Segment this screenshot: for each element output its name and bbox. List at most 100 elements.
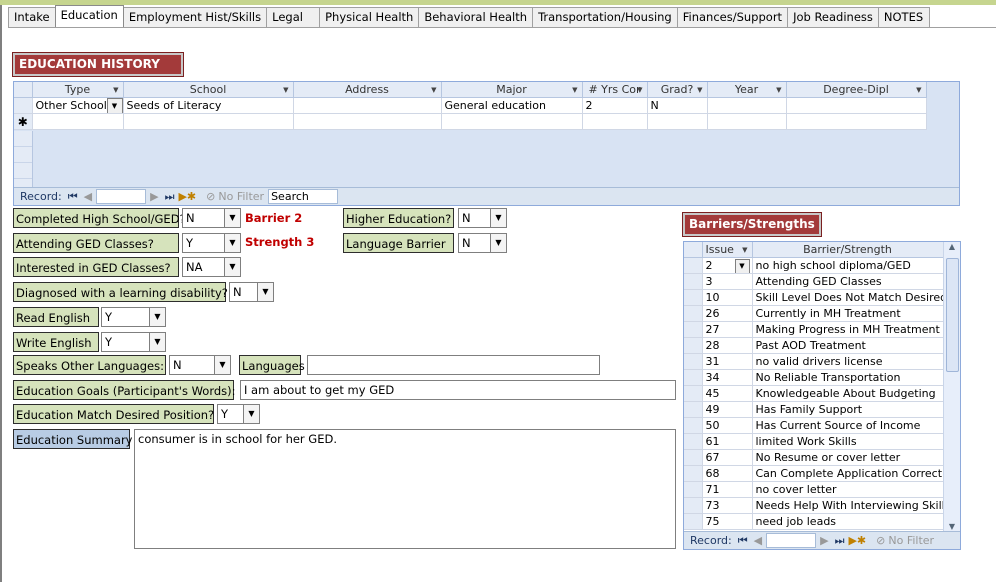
barrier-strength-cell[interactable]: need job leads xyxy=(752,513,944,530)
barrier-strength-cell[interactable]: Can Complete Application Correctly xyxy=(752,465,944,482)
list-item[interactable]: 68 Can Complete Application Correctly xyxy=(684,465,944,482)
tab-intake[interactable]: Intake xyxy=(8,7,56,27)
col-address[interactable]: Address ▼ xyxy=(293,82,442,98)
issue-cell[interactable]: 28 xyxy=(702,337,753,354)
barrier-strength-cell[interactable]: Needs Help With Interviewing Skills xyxy=(752,497,944,514)
col-issue[interactable]: Issue ▼ xyxy=(702,242,753,258)
row-selector[interactable] xyxy=(684,369,703,386)
list-item[interactable]: 34 No Reliable Transportation xyxy=(684,369,944,386)
chevron-down-icon[interactable]: ▼ xyxy=(490,209,506,227)
cell-years[interactable]: 2 xyxy=(582,97,648,114)
filter-icon[interactable]: ⊘ xyxy=(876,534,885,547)
chevron-down-icon[interactable]: ▼ xyxy=(224,258,240,276)
issue-cell[interactable]: 45 xyxy=(702,385,753,402)
list-item[interactable]: 26 Currently in MH Treatment xyxy=(684,305,944,322)
cell-major[interactable]: General education xyxy=(441,97,583,114)
list-item[interactable]: 45 Knowledgeable About Budgeting xyxy=(684,385,944,402)
record-number-field[interactable] xyxy=(96,189,147,204)
list-item[interactable]: 61 limited Work Skills xyxy=(684,433,944,450)
barrier-strength-cell[interactable]: Skill Level Does Not Match Desired xyxy=(752,289,944,306)
col-type[interactable]: Type ▼ xyxy=(32,82,124,98)
barrier-strength-cell[interactable]: Past AOD Treatment xyxy=(752,337,944,354)
speaks-other-combo[interactable]: N ▼ xyxy=(169,355,231,375)
dropdown-button[interactable]: ▼ xyxy=(734,259,750,273)
row-selector[interactable] xyxy=(684,401,703,418)
chevron-down-icon[interactable]: ▼ xyxy=(224,234,240,252)
chevron-down-icon[interactable]: ▼ xyxy=(697,86,702,94)
tab-job-readiness[interactable]: Job Readiness xyxy=(787,7,879,27)
row-selector[interactable] xyxy=(14,97,33,114)
cell-type[interactable]: Other School ▼ xyxy=(32,97,124,114)
higher-ed-combo[interactable]: N ▼ xyxy=(458,208,507,228)
last-record-icon[interactable]: ⏭ xyxy=(165,190,175,204)
search-input[interactable]: Search xyxy=(268,189,339,204)
read-english-combo[interactable]: Y ▼ xyxy=(101,307,166,327)
issue-cell[interactable]: 26 xyxy=(702,305,753,322)
tab-legal[interactable]: Legal xyxy=(266,7,321,27)
col-school[interactable]: School ▼ xyxy=(123,82,294,98)
chevron-down-icon[interactable]: ▼ xyxy=(113,86,118,94)
dropdown-button[interactable]: ▼ xyxy=(106,98,122,113)
issue-cell[interactable]: 31 xyxy=(702,353,753,370)
list-item[interactable]: 50 Has Current Source of Income xyxy=(684,417,944,434)
filter-icon[interactable]: ⊘ xyxy=(206,190,215,203)
issue-cell[interactable]: 71 xyxy=(702,481,753,498)
row-selector[interactable] xyxy=(684,289,703,306)
barrier-strength-cell[interactable]: no valid drivers license xyxy=(752,353,944,370)
row-selector[interactable] xyxy=(684,481,703,498)
chevron-down-icon[interactable]: ▼ xyxy=(490,234,506,252)
row-selector[interactable] xyxy=(684,273,703,290)
chevron-down-icon[interactable]: ▼ xyxy=(224,209,240,227)
issue-cell[interactable]: 67 xyxy=(702,449,753,466)
tab-notes[interactable]: NOTES xyxy=(877,7,930,27)
barrier-strength-cell[interactable]: Attending GED Classes xyxy=(752,273,944,290)
chevron-down-icon[interactable]: ▼ xyxy=(283,86,288,94)
tab-education[interactable]: Education xyxy=(54,5,124,27)
scroll-thumb[interactable] xyxy=(946,258,959,372)
col-years[interactable]: # Yrs Cor ▼ xyxy=(582,82,648,98)
next-record-icon[interactable]: ▶ xyxy=(820,534,828,547)
row-selector[interactable] xyxy=(684,433,703,450)
row-selector[interactable] xyxy=(684,417,703,434)
chevron-down-icon[interactable]: ▼ xyxy=(214,356,230,374)
tab-behavioral-health[interactable]: Behavioral Health xyxy=(418,7,534,27)
write-english-combo[interactable]: Y ▼ xyxy=(101,332,166,352)
col-degree[interactable]: Degree-Dipl ▼ xyxy=(786,82,927,98)
edu-goals-field[interactable]: I am about to get my GED xyxy=(240,380,676,400)
record-number-field[interactable] xyxy=(766,533,817,548)
scroll-down-icon[interactable]: ▼ xyxy=(944,522,960,531)
row-selector[interactable] xyxy=(684,497,703,514)
col-grad[interactable]: Grad? ▼ xyxy=(647,82,708,98)
row-selector[interactable] xyxy=(684,513,703,530)
sort-icon[interactable]: ▼ xyxy=(742,246,747,254)
edu-match-combo[interactable]: Y ▼ xyxy=(217,404,260,424)
vertical-scrollbar[interactable]: ▲ ▼ xyxy=(943,242,960,531)
col-barrier-strength[interactable]: Barrier/Strength xyxy=(752,242,944,258)
last-record-icon[interactable]: ⏭ xyxy=(835,534,845,548)
chevron-down-icon[interactable]: ▼ xyxy=(149,308,165,326)
cell-year[interactable] xyxy=(707,97,787,114)
issue-cell[interactable]: 49 xyxy=(702,401,753,418)
new-record-nav-icon[interactable]: ▶✱ xyxy=(848,534,866,547)
prev-record-icon[interactable]: ◀ xyxy=(754,534,762,547)
issue-cell[interactable]: 3 xyxy=(702,273,753,290)
list-item[interactable]: 27 Making Progress in MH Treatment xyxy=(684,321,944,338)
chevron-down-icon[interactable]: ▼ xyxy=(637,86,642,94)
sort-icon[interactable]: ▼ xyxy=(776,86,781,94)
language-barrier-combo[interactable]: N ▼ xyxy=(458,233,507,253)
issue-cell[interactable]: 34 xyxy=(702,369,753,386)
barrier-strength-cell[interactable]: No Reliable Transportation xyxy=(752,369,944,386)
col-year[interactable]: Year ▼ xyxy=(707,82,787,98)
barrier-strength-cell[interactable]: Has Current Source of Income xyxy=(752,417,944,434)
learning-disability-combo[interactable]: N ▼ xyxy=(229,282,274,302)
tab-finances[interactable]: Finances/Support xyxy=(676,7,789,27)
first-record-icon[interactable]: ⏮ xyxy=(738,534,748,548)
languages-field[interactable] xyxy=(307,355,600,375)
row-selector[interactable] xyxy=(684,321,703,338)
table-row[interactable]: Other School ▼ Seeds of Literacy General … xyxy=(14,97,927,114)
barrier-strength-cell[interactable]: Making Progress in MH Treatment xyxy=(752,321,944,338)
chevron-down-icon[interactable]: ▼ xyxy=(572,86,577,94)
issue-cell[interactable]: 73 xyxy=(702,497,753,514)
cell-grad[interactable]: N xyxy=(647,97,708,114)
row-selector[interactable] xyxy=(684,337,703,354)
